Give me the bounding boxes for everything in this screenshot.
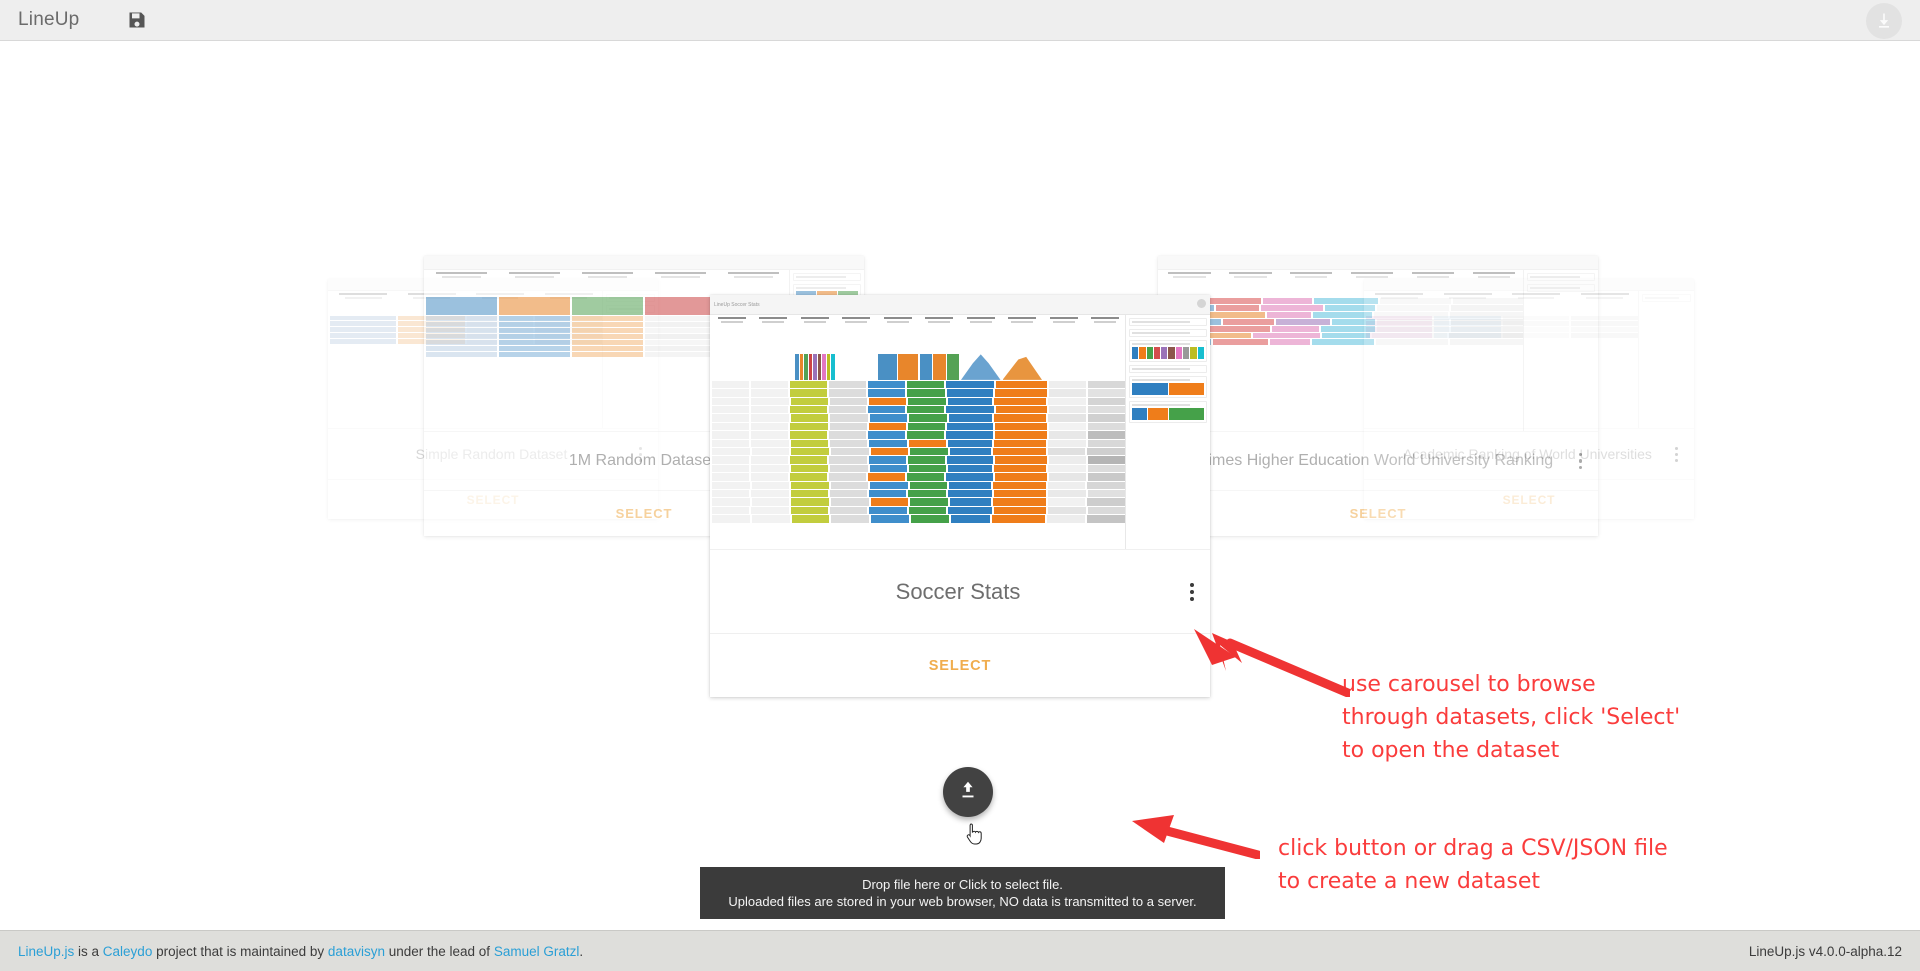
dataset-card-actions: SELECT [710, 633, 1210, 697]
carousel-annotation: use carousel to browse through datasets,… [1342, 672, 1681, 763]
dropzone-tooltip-line-2: Uploaded files are stored in your web br… [728, 894, 1197, 909]
samuel-gratzl-link[interactable]: Samuel Gratzl [494, 944, 580, 959]
close-icon[interactable] [1197, 299, 1206, 308]
footer-text: is a [74, 943, 103, 959]
app-footer: LineUp.js is a Caleydo project that is m… [0, 930, 1920, 971]
version-label: LineUp.js v4.0.0-alpha.12 [1748, 943, 1902, 959]
red-arrow-icon [1130, 813, 1263, 864]
red-arrow-icon [1190, 627, 1353, 702]
dropzone-tooltip-line-1: Drop file here or Click to select file. [862, 877, 1063, 892]
dataset-card-actions: SELECT [1364, 479, 1694, 519]
dataset-card-active[interactable]: LineUp Soccer Stats Soccer Stats SELECT [710, 295, 1210, 697]
datavisyn-link[interactable]: datavisyn [328, 944, 385, 959]
kebab-menu-icon[interactable] [1190, 582, 1194, 601]
upload-annotation: click button or drag a CSV/JSON file to … [1278, 836, 1668, 894]
dataset-card[interactable]: Academic Ranking of World Universities S… [1364, 279, 1694, 519]
dataset-thumbnail: LineUp Soccer Stats [710, 295, 1210, 550]
dataset-chooser-stage: Simple Random Dataset SELECT [0, 41, 1920, 930]
thumbnail-caption [424, 256, 864, 270]
select-button[interactable]: SELECT [1503, 493, 1556, 507]
upload-file-button[interactable] [943, 767, 993, 817]
thumbnail-caption: LineUp Soccer Stats [710, 295, 1210, 316]
dropzone-tooltip: Drop file here or Click to select file. … [700, 867, 1225, 919]
caleydo-link[interactable]: Caleydo [103, 944, 153, 959]
dataset-title: Academic Ranking of World Universities [1403, 446, 1652, 462]
dataset-card-header: Academic Ranking of World Universities [1364, 429, 1694, 479]
app-header: LineUp [0, 0, 1920, 41]
lineup-side-panel [1125, 315, 1210, 549]
footer-text: project that is maintained by [152, 943, 328, 959]
thumbnail-caption [1158, 256, 1598, 270]
footer-text: under the lead of [384, 943, 494, 959]
lineup-link[interactable]: LineUp.js [18, 944, 74, 959]
kebab-menu-icon[interactable] [1675, 446, 1678, 462]
floppy-disk-save-icon[interactable] [127, 10, 147, 30]
pointer-hand-cursor [966, 823, 984, 845]
footer-credits: LineUp.js is a Caleydo project that is m… [18, 944, 583, 959]
select-button[interactable]: SELECT [616, 506, 673, 521]
app-title: LineUp [18, 9, 80, 30]
thumbnail-caption [1364, 279, 1694, 291]
dataset-thumbnail [1364, 279, 1694, 429]
download-circle-icon[interactable] [1866, 3, 1902, 39]
footer-text: . [579, 943, 584, 959]
dataset-title: Soccer Stats [895, 578, 1021, 604]
select-button[interactable]: SELECT [929, 658, 992, 674]
upload-icon [957, 779, 979, 806]
dataset-card-header: Soccer Stats [710, 550, 1210, 633]
